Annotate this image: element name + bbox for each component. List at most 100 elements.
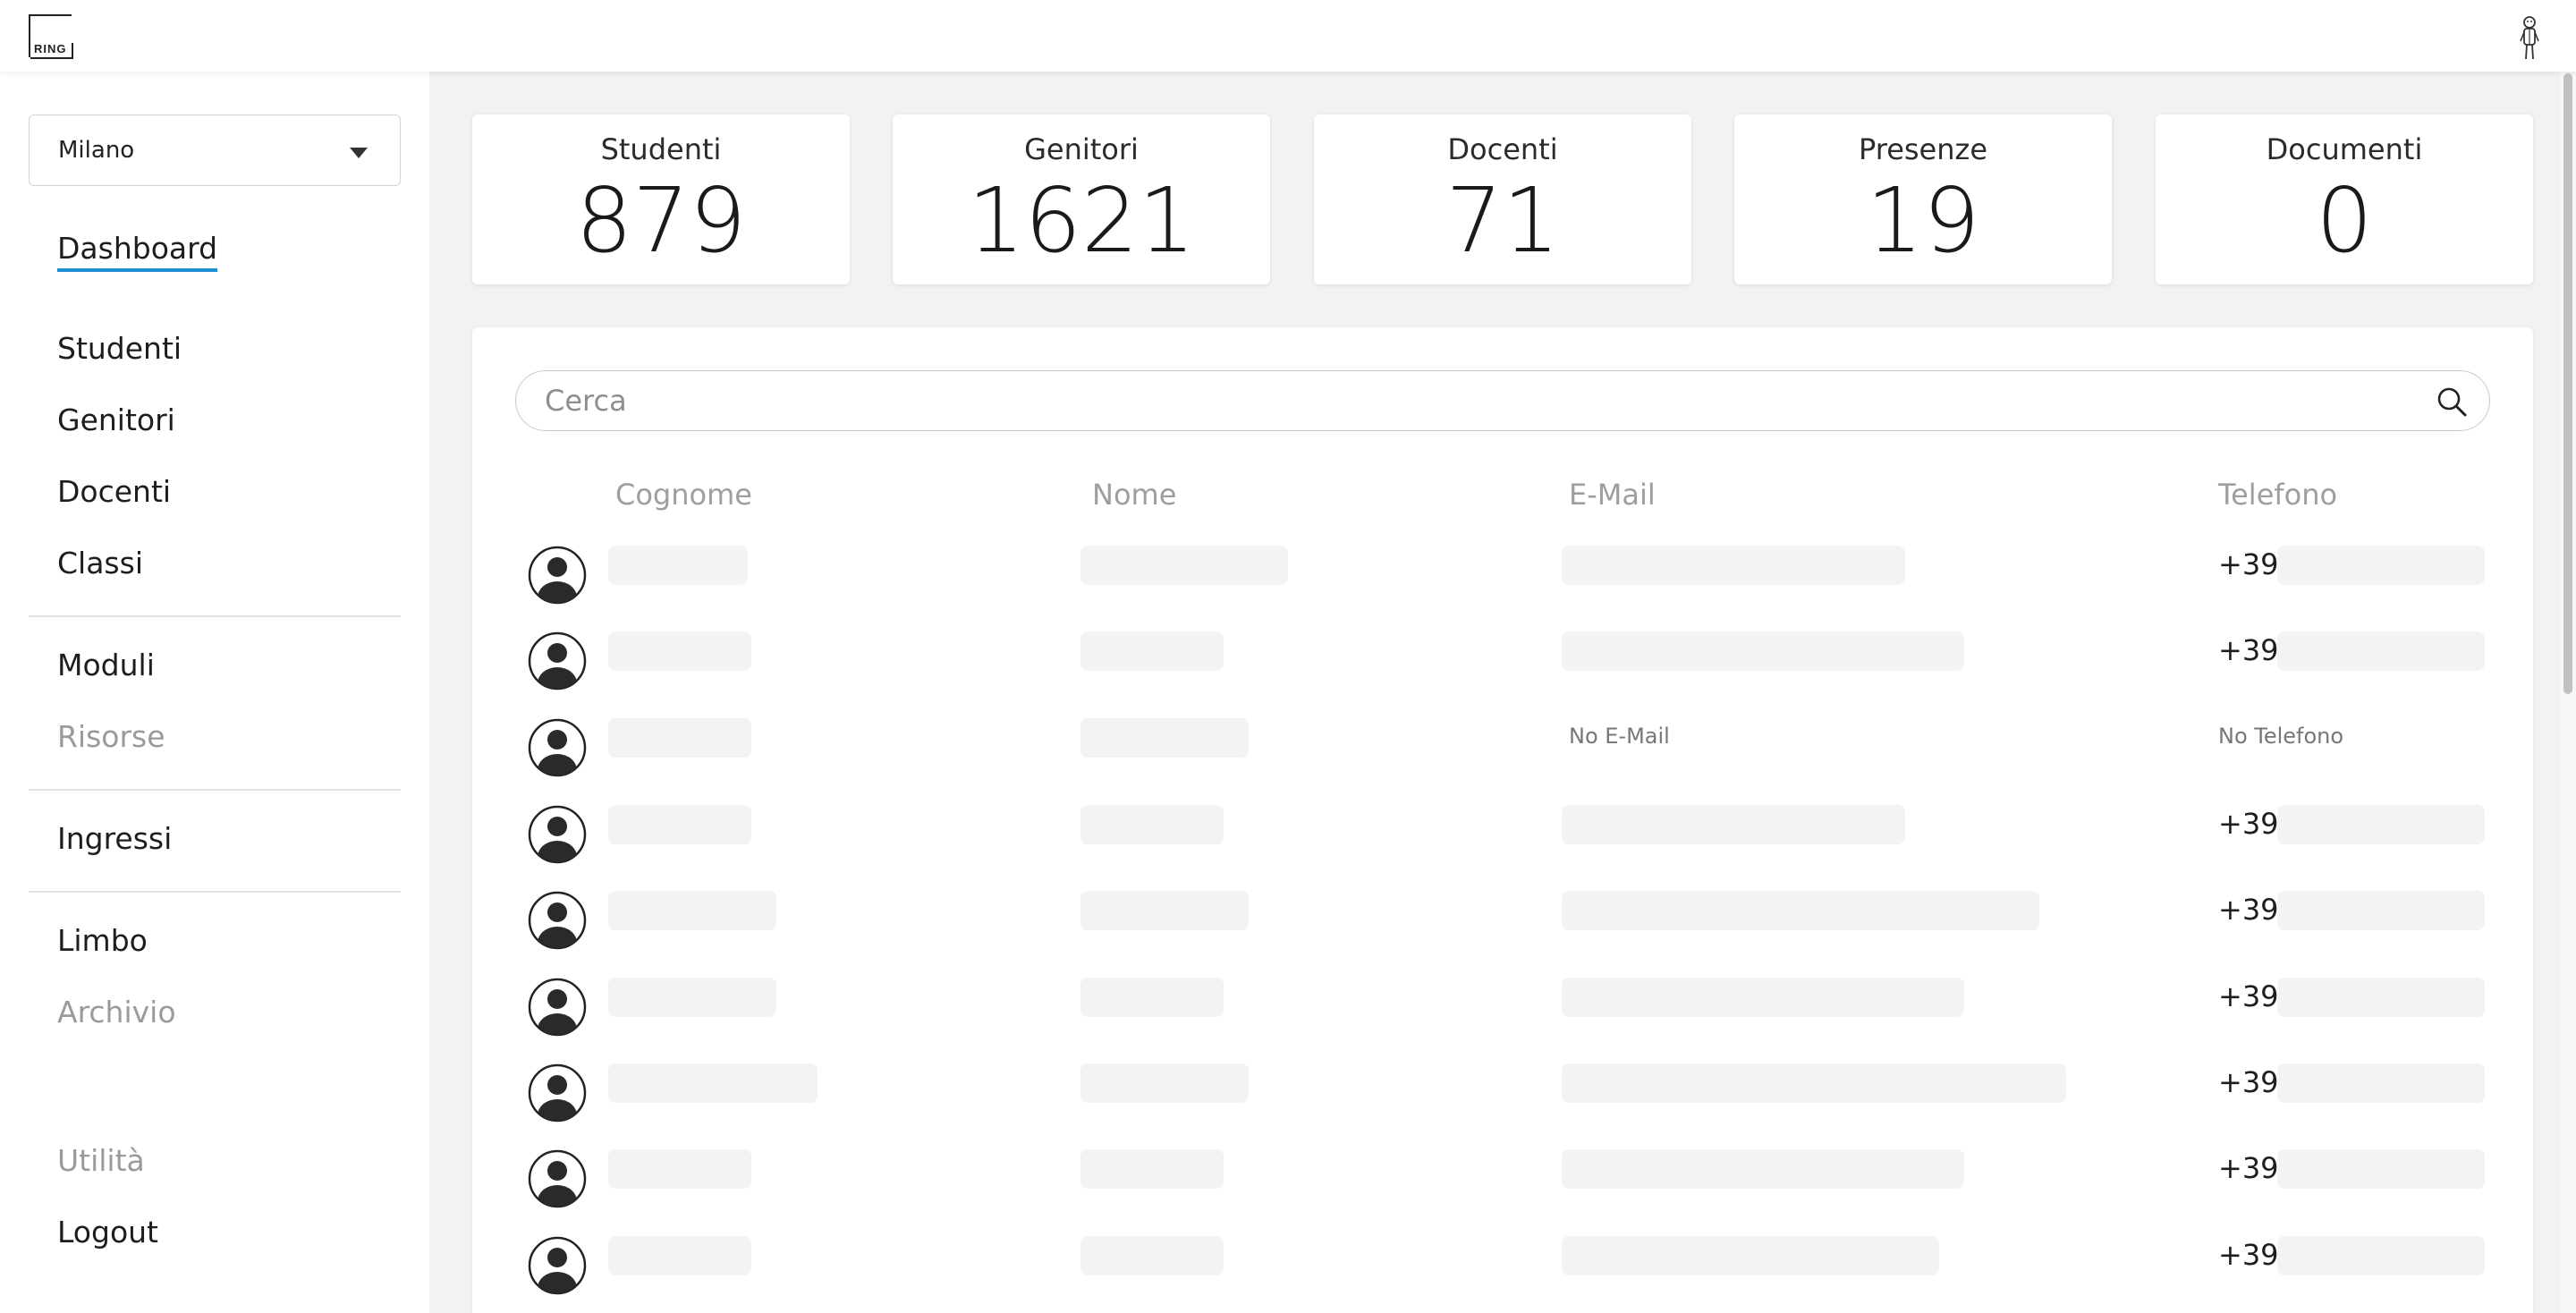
phone-placeholder (2277, 1149, 2485, 1189)
nome-placeholder (1080, 546, 1288, 585)
nav-classi[interactable]: Classi (57, 546, 143, 581)
phone-cell: +39 (2218, 979, 2279, 1013)
city-select-value: Milano (58, 137, 135, 164)
email-placeholder (1562, 978, 1964, 1017)
nav-docenti[interactable]: Docenti (57, 474, 171, 510)
phone-cell: +39 (2218, 893, 2279, 927)
email-placeholder (1562, 891, 2039, 930)
table-row[interactable]: No E-Mail No Telefono (472, 718, 2533, 804)
city-select[interactable]: Milano (29, 114, 401, 186)
column-header-email[interactable]: E-Mail (1569, 478, 1656, 512)
avatar-icon (528, 891, 587, 950)
nav-ingressi[interactable]: Ingressi (57, 821, 172, 857)
email-placeholder (1562, 1149, 1964, 1189)
nav-divider (29, 789, 401, 791)
avatar-icon (528, 631, 587, 690)
search-icon[interactable] (2434, 384, 2470, 419)
cognome-placeholder (608, 978, 776, 1017)
stat-label: Docenti (1447, 132, 1558, 166)
sidebar: Milano Dashboard Studenti Genitori Docen… (0, 72, 429, 1313)
table-row[interactable]: +39 (472, 1149, 2533, 1235)
phone-placeholder (2277, 805, 2485, 844)
avatar-icon (528, 546, 587, 605)
users-panel: Cognome Nome E-Mail Telefono +39+39No E-… (472, 327, 2533, 1313)
cognome-placeholder (608, 718, 751, 758)
nav-risorse[interactable]: Risorse (57, 719, 165, 755)
avatar-icon (528, 718, 587, 777)
table-row[interactable]: +39 (472, 546, 2533, 631)
column-header-telefono[interactable]: Telefono (2218, 478, 2337, 512)
cognome-placeholder (608, 1063, 818, 1103)
email-placeholder (1562, 1063, 2066, 1103)
table-row[interactable]: +39 (472, 891, 2533, 977)
nav-archivio[interactable]: Archivio (57, 995, 176, 1030)
avatar-icon (528, 805, 587, 864)
phone-placeholder (2277, 546, 2485, 585)
nome-placeholder (1080, 1063, 1249, 1103)
user-avatar-icon[interactable] (2512, 14, 2547, 61)
phone-placeholder (2277, 631, 2485, 671)
logo-text: RING (34, 42, 67, 55)
column-header-cognome[interactable]: Cognome (615, 478, 752, 512)
phone-cell: +39 (2218, 1151, 2279, 1185)
table-row[interactable]: +39 (472, 1063, 2533, 1149)
email-placeholder (1562, 805, 1905, 844)
column-header-nome[interactable]: Nome (1092, 478, 1176, 512)
cognome-placeholder (608, 1149, 751, 1189)
cognome-placeholder (608, 546, 748, 585)
table-row[interactable]: +39 (472, 631, 2533, 717)
stat-value: 19 (1866, 168, 1980, 273)
nome-placeholder (1080, 718, 1249, 758)
stat-card-documenti[interactable]: Documenti 0 (2156, 114, 2533, 284)
nav-divider (29, 615, 401, 617)
email-cell: No E-Mail (1569, 724, 1670, 749)
search-input[interactable] (545, 380, 2405, 421)
avatar-icon (528, 1236, 587, 1295)
table-row[interactable]: +39 (472, 805, 2533, 891)
stat-value: 0 (2316, 168, 2373, 273)
nav-moduli[interactable]: Moduli (57, 648, 155, 683)
nav-logout[interactable]: Logout (57, 1215, 158, 1250)
caret-down-icon (350, 148, 368, 158)
cognome-placeholder (608, 805, 751, 844)
stat-card-presenze[interactable]: Presenze 19 (1734, 114, 2112, 284)
stat-card-docenti[interactable]: Docenti 71 (1314, 114, 1691, 284)
stat-card-genitori[interactable]: Genitori 1621 (893, 114, 1270, 284)
nav-divider (29, 891, 401, 893)
top-bar: RING (0, 0, 2576, 72)
stat-card-studenti[interactable]: Studenti 879 (472, 114, 850, 284)
avatar-icon (528, 1063, 587, 1122)
phone-placeholder (2277, 1063, 2485, 1103)
scrollbar-thumb[interactable] (2563, 73, 2572, 694)
nav-studenti[interactable]: Studenti (57, 331, 182, 367)
search-bar (515, 370, 2490, 431)
nome-placeholder (1080, 891, 1249, 930)
phone-cell: +39 (2218, 1065, 2279, 1099)
nome-placeholder (1080, 805, 1224, 844)
avatar-icon (528, 978, 587, 1037)
page-scrollbar[interactable] (2560, 72, 2576, 1313)
phone-placeholder (2277, 978, 2485, 1017)
email-placeholder (1562, 546, 1905, 585)
nome-placeholder (1080, 631, 1224, 671)
cognome-placeholder (608, 891, 776, 930)
table-row[interactable]: +39 (472, 978, 2533, 1063)
nome-placeholder (1080, 1149, 1224, 1189)
nav-utilita[interactable]: Utilità (57, 1143, 145, 1179)
stat-label: Genitori (1024, 132, 1139, 166)
ring-logo[interactable]: RING (29, 14, 73, 59)
stat-label: Studenti (600, 132, 722, 166)
cognome-placeholder (608, 1236, 751, 1275)
table-row[interactable]: +39 (472, 1236, 2533, 1313)
nav-dashboard[interactable]: Dashboard (57, 231, 218, 272)
cognome-placeholder (608, 631, 751, 671)
nome-placeholder (1080, 978, 1224, 1017)
stat-value: 879 (575, 168, 747, 273)
phone-cell: +39 (2218, 633, 2279, 667)
nav-limbo[interactable]: Limbo (57, 923, 148, 959)
email-placeholder (1562, 1236, 1939, 1275)
email-placeholder (1562, 631, 1964, 671)
stat-label: Presenze (1859, 132, 1987, 166)
stat-value: 71 (1445, 168, 1560, 273)
nav-genitori[interactable]: Genitori (57, 402, 175, 438)
